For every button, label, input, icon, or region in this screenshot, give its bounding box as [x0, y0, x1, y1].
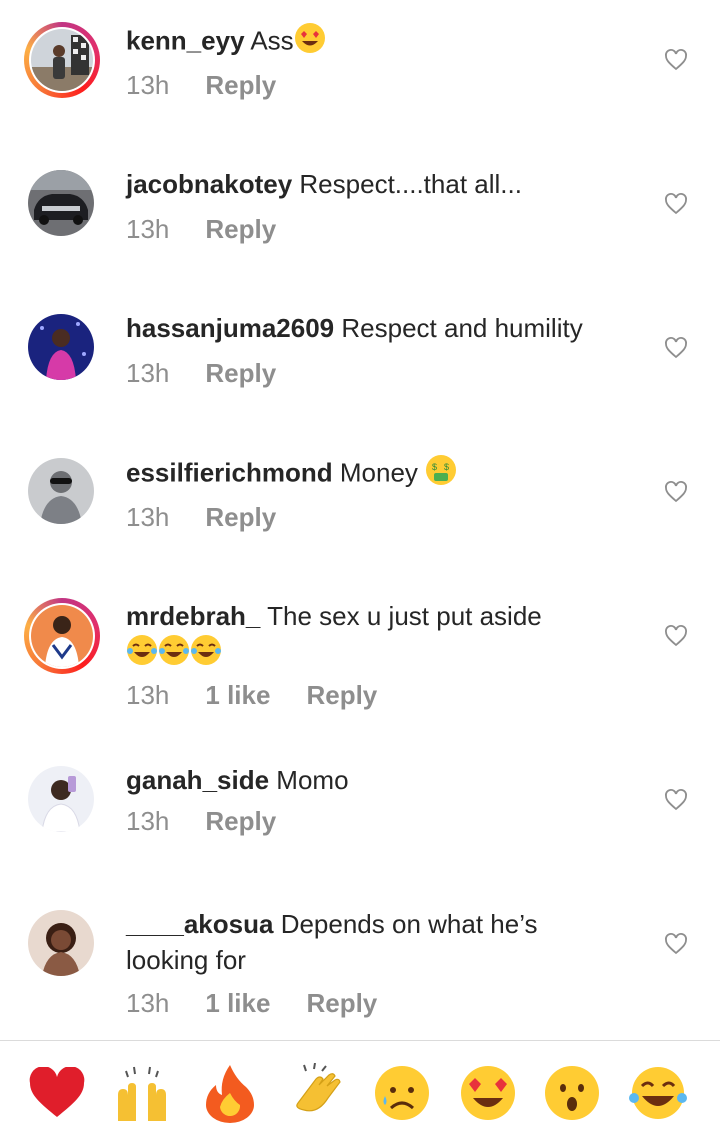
avatar[interactable] — [24, 598, 100, 674]
astonished-face-icon[interactable] — [542, 1063, 602, 1123]
comment-time: 13h — [126, 70, 170, 100]
comment-meta: 13h Reply — [126, 358, 276, 389]
tears-of-joy-face-icon[interactable] — [628, 1063, 688, 1123]
like-heart-icon[interactable] — [664, 932, 688, 956]
avatar[interactable] — [28, 314, 94, 380]
comment-body: Respect....that all... — [299, 169, 522, 199]
comment-text: ganah_side Momo — [126, 762, 626, 798]
tears-of-joy-emoji-icon — [126, 634, 158, 675]
comment-text: kenn_eyy Ass — [126, 22, 626, 63]
heart-eyes-emoji-icon — [294, 22, 326, 63]
quick-reaction-bar — [0, 1040, 720, 1140]
reply-button[interactable]: Reply — [306, 680, 377, 711]
comment-text: jacobnakotey Respect....that all... — [126, 166, 626, 202]
reply-button[interactable]: Reply — [306, 988, 377, 1019]
reply-button[interactable]: Reply — [205, 214, 276, 245]
comment-time: 13h — [126, 214, 170, 244]
comment-username[interactable]: jacobnakotey — [126, 169, 292, 199]
comment-body: Respect and humility — [341, 313, 583, 343]
comment-time: 13h — [126, 502, 170, 532]
fire-icon[interactable] — [200, 1063, 260, 1123]
avatar-image — [28, 170, 94, 236]
comment-username[interactable]: essilfierichmond — [126, 457, 333, 487]
avatar-image — [28, 458, 94, 524]
comment-time: 13h — [126, 806, 170, 836]
reply-button[interactable]: Reply — [205, 358, 276, 389]
avatar[interactable] — [28, 766, 94, 832]
comment-body: The sex u just put aside — [267, 601, 542, 631]
avatar-image — [31, 605, 93, 667]
comment-meta: 13h 1 like Reply — [126, 988, 377, 1019]
tears-of-joy-emoji-icon — [190, 634, 222, 675]
comment-meta: 13h Reply — [126, 70, 276, 101]
like-heart-icon[interactable] — [664, 480, 688, 504]
tears-of-joy-emoji-icon — [158, 634, 190, 675]
comment-body: Ass — [250, 25, 294, 56]
comment-meta: 13h Reply — [126, 502, 276, 533]
comment-username[interactable]: hassanjuma2609 — [126, 313, 334, 343]
comment-meta: 13h Reply — [126, 806, 276, 837]
comment-username[interactable]: ganah_side — [126, 765, 269, 795]
comment-body: Money — [339, 457, 418, 488]
likes-count[interactable]: 1 like — [205, 680, 270, 711]
avatar[interactable] — [28, 458, 94, 524]
avatar-image — [31, 29, 93, 91]
like-heart-icon[interactable] — [664, 192, 688, 216]
reply-button[interactable]: Reply — [205, 70, 276, 101]
comment-username[interactable]: mrdebrah_ — [126, 601, 260, 631]
reply-button[interactable]: Reply — [205, 502, 276, 533]
clapping-hands-icon[interactable] — [286, 1063, 346, 1123]
red-heart-icon[interactable] — [27, 1063, 87, 1123]
comment-time: 13h — [126, 988, 170, 1018]
like-heart-icon[interactable] — [664, 48, 688, 72]
comment-meta: 13h Reply — [126, 214, 276, 245]
like-heart-icon[interactable] — [664, 336, 688, 360]
avatar[interactable] — [24, 22, 100, 98]
comment-username[interactable]: ____akosua — [126, 909, 273, 939]
comment-text: ____akosua Depends on what he’s looking … — [126, 906, 626, 978]
svg-text:$: $ — [444, 462, 449, 472]
svg-text:$: $ — [432, 462, 437, 472]
heart-eyes-face-icon[interactable] — [458, 1063, 518, 1123]
comment-time: 13h — [126, 680, 170, 710]
money-mouth-emoji-icon: $ $ — [425, 454, 457, 495]
raised-hands-icon[interactable] — [112, 1063, 172, 1123]
comment-time: 13h — [126, 358, 170, 388]
like-heart-icon[interactable] — [664, 788, 688, 812]
comment-meta: 13h 1 like Reply — [126, 680, 377, 711]
comment-text: essilfierichmond Money $ $ — [126, 454, 626, 495]
like-heart-icon[interactable] — [664, 624, 688, 648]
avatar-image — [28, 766, 94, 832]
avatar-image — [28, 314, 94, 380]
avatar[interactable] — [28, 170, 94, 236]
comment-text: hassanjuma2609 Respect and humility — [126, 310, 626, 346]
reply-button[interactable]: Reply — [205, 806, 276, 837]
avatar-image — [28, 910, 94, 976]
comment-body: Momo — [276, 765, 349, 795]
likes-count[interactable]: 1 like — [205, 988, 270, 1019]
sad-face-icon[interactable] — [372, 1063, 432, 1123]
avatar[interactable] — [28, 910, 94, 976]
comment-username[interactable]: kenn_eyy — [126, 25, 245, 55]
comment-text: mrdebrah_ The sex u just put aside — [126, 598, 626, 675]
